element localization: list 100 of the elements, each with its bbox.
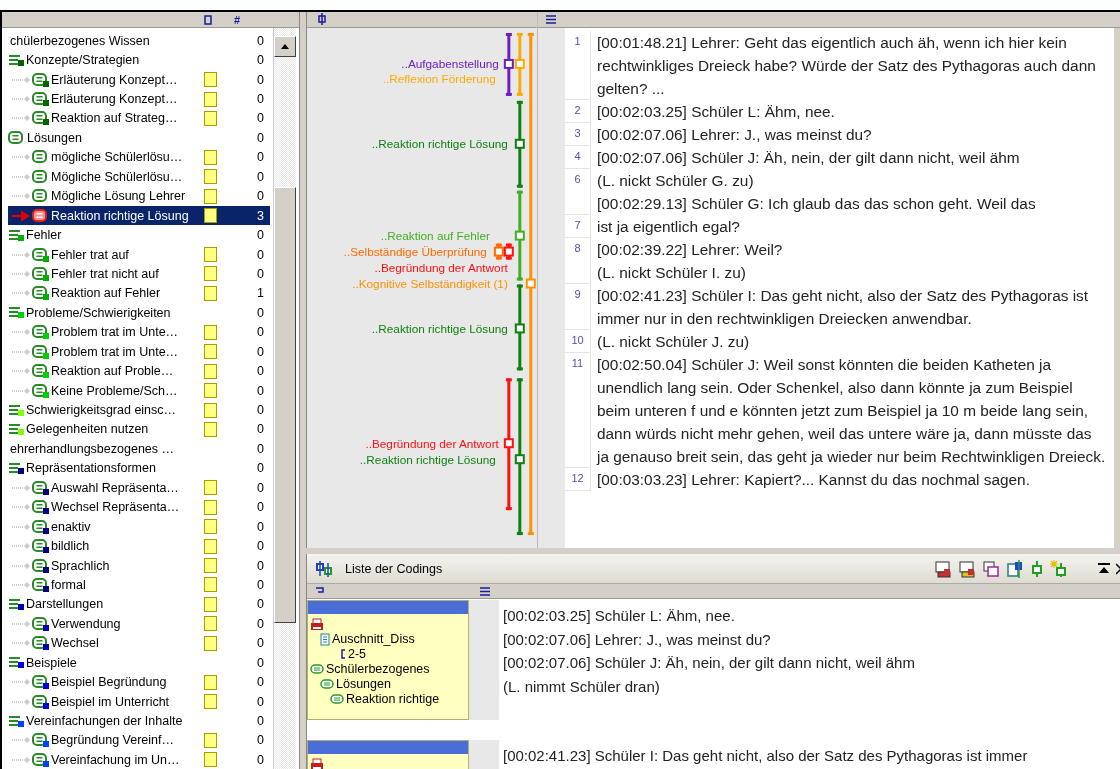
tree-line <box>12 541 32 552</box>
stacked-windows-icon[interactable] <box>982 559 1000 578</box>
code-label[interactable]: Reaktion auf Strateg… <box>51 111 178 126</box>
code-label[interactable]: Reaktion richtige Lösung <box>51 208 189 223</box>
row-highlight[interactable]: Reaktion richtige Lösung 3 <box>8 205 270 226</box>
code-label[interactable]: Vereinfachung im Un… <box>51 752 180 767</box>
paragraph-number: 8 <box>565 238 591 284</box>
code-label[interactable]: Wechsel Repräsenta… <box>51 500 180 515</box>
transcript-text: [00:02:03.25] Schüler L: Ähm, nee. <box>597 102 836 122</box>
tree-line <box>12 482 32 493</box>
grid-icon[interactable] <box>1006 559 1024 578</box>
text-column-icon[interactable] <box>546 15 556 24</box>
scroll-thumb[interactable] <box>274 187 296 623</box>
monitor-icon[interactable] <box>958 559 976 578</box>
transcript-text: (L. nickt Schüler G. zu) <box>597 171 755 191</box>
code-label[interactable]: Mögliche Lösung Lehrer <box>51 189 186 204</box>
code-icon <box>32 92 49 107</box>
code-group-icon <box>8 461 24 475</box>
code-label[interactable]: Reaktion auf Proble… <box>51 364 174 379</box>
tree-line <box>12 521 32 532</box>
memo-column-icon[interactable] <box>204 14 212 25</box>
code-label[interactable]: Erläuterung Konzept… <box>51 92 178 107</box>
code-label[interactable]: Lösungen <box>27 130 82 145</box>
stripe-column-icon[interactable] <box>317 13 327 26</box>
code-label[interactable]: Beispiel Begründung <box>51 675 167 690</box>
code-label[interactable]: enaktiv <box>51 519 91 534</box>
bracket-icon <box>340 649 346 659</box>
code-group-icon <box>8 714 24 728</box>
code-count: 0 <box>257 577 265 592</box>
text-column-icon[interactable] <box>480 586 490 596</box>
code-path-item: Lösungen <box>336 677 391 691</box>
code-label[interactable]: mögliche Schülerlösu… <box>51 150 183 165</box>
code-label[interactable]: bildlich <box>51 539 90 554</box>
stripe-label[interactable]: ..Reaktion richtige Lösung <box>371 137 508 151</box>
coding-stripe[interactable] <box>514 100 525 188</box>
count-column-header[interactable]: # <box>234 13 241 26</box>
transcript-text: [00:01:48.21] Lehrer: Geht das eigentlich auch äh, wenn ich hier kein rechtwinkliges Dreieck habe? Würde der Satz des Pythagoras auch dann gelten? ... <box>597 33 1097 99</box>
code-label[interactable]: Schwierigkeitsgrad einsc… <box>26 403 177 418</box>
tree-line <box>12 754 32 765</box>
code-label[interactable]: Konzepte/Strategien <box>26 53 140 68</box>
coding-stripe[interactable] <box>503 243 514 260</box>
code-label[interactable]: Keine Probleme/Sch… <box>51 383 178 398</box>
collapse-icon[interactable] <box>1098 562 1110 575</box>
coding-stripe[interactable] <box>514 378 525 535</box>
code-label[interactable]: Problem trat im Unte… <box>51 344 179 359</box>
code-count: 0 <box>257 694 265 709</box>
card-column-icon[interactable] <box>315 587 325 595</box>
code-count: 0 <box>257 364 265 379</box>
stripe-label[interactable]: ..Reaktion richtige Lösung <box>359 452 496 466</box>
scrollbar[interactable] <box>273 28 296 769</box>
code-icon <box>32 480 49 495</box>
paragraph-number: 4 <box>565 146 591 169</box>
coding-stripe[interactable] <box>503 32 514 96</box>
tree-line <box>12 171 32 182</box>
code-label[interactable]: Darstellungen <box>26 597 104 612</box>
code-label[interactable]: Fehler trat auf <box>51 247 129 262</box>
code-label[interactable]: Auswahl Repräsenta… <box>51 480 179 495</box>
code-path-item: Schülerbezogenes <box>326 662 430 676</box>
code-count: 0 <box>257 675 265 690</box>
code-icon <box>32 577 49 592</box>
code-icon <box>8 130 25 145</box>
code-icon <box>32 675 49 690</box>
stripe-label[interactable]: ..Reaktion richtige Lösung <box>371 321 508 335</box>
code-label[interactable]: Verwendung <box>51 616 121 631</box>
paragraph-number: 3 <box>565 123 591 146</box>
code-label[interactable]: Vereinfachungen der Inhalte <box>26 714 183 729</box>
paragraph-number: 1 <box>565 31 591 100</box>
code-label[interactable]: Gelegenheiten nutzen <box>26 422 149 437</box>
document-group-icon <box>310 618 324 631</box>
code-label[interactable]: Begründung Vereinf… <box>51 733 174 748</box>
code-label[interactable]: Mögliche Schülerlösu… <box>51 169 183 184</box>
code-group-icon <box>8 403 24 417</box>
coding-stripe[interactable] <box>514 284 525 371</box>
code-count: 0 <box>257 72 265 87</box>
code-label[interactable]: Reaktion auf Fehler <box>51 286 161 301</box>
stripe-icon[interactable] <box>1030 559 1044 578</box>
code-count: 0 <box>257 33 265 48</box>
code-label[interactable]: Fehler <box>26 228 62 243</box>
code-label[interactable]: Wechsel <box>51 636 99 651</box>
transcript-text: [00:02:07.06] Schüler J: Äh, nein, der gilt dann nicht, weil ähm <box>597 148 1021 168</box>
stripe-label[interactable]: ..Aufgabenstellung <box>401 57 499 71</box>
code-label[interactable]: Repräsentationsformen <box>26 461 156 476</box>
code-label[interactable]: chülerbezogenes Wissen <box>10 33 150 48</box>
code-label[interactable]: ehrerhandlungsbezogenes … <box>10 441 174 456</box>
coding-card[interactable]: Auschnitt_Diss 2-5 Schülerbezogenes Lösungen Reaktion richtige <box>307 600 469 720</box>
code-label[interactable]: formal <box>51 577 86 592</box>
code-label[interactable]: Probleme/Schwierigkeiten <box>26 305 171 320</box>
tree-line <box>12 735 32 746</box>
code-label[interactable]: Sprachlich <box>51 558 110 573</box>
code-label[interactable]: Problem trat im Unte… <box>51 325 179 340</box>
code-label[interactable]: Erläuterung Konzept… <box>51 72 178 87</box>
sparkle-stripe-icon[interactable] <box>1050 559 1068 578</box>
code-count: 0 <box>257 752 265 767</box>
code-label[interactable]: Beispiel im Unterricht <box>51 694 170 709</box>
code-label[interactable]: Fehler trat nicht auf <box>51 266 159 281</box>
tree-line <box>12 618 32 629</box>
scroll-up-button[interactable] <box>274 36 296 57</box>
code-label[interactable]: Beispiele <box>26 655 77 670</box>
code-count: 0 <box>257 597 265 612</box>
monitor-icon[interactable] <box>934 559 952 578</box>
